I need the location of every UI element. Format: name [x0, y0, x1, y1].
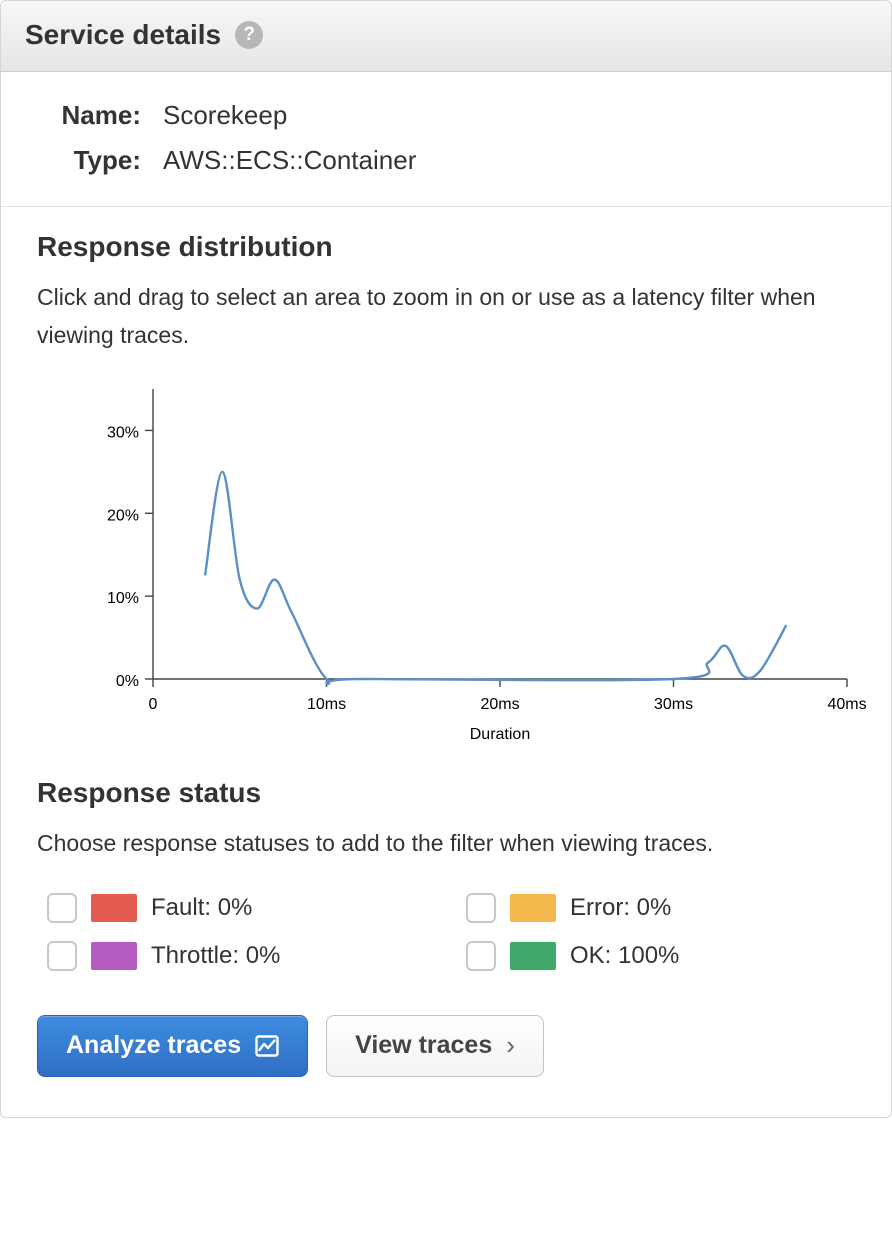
button-row: Analyze traces View traces ›: [1, 989, 891, 1077]
svg-text:Duration: Duration: [470, 726, 530, 743]
checkbox-ok[interactable]: [466, 941, 496, 971]
help-icon[interactable]: ?: [235, 21, 263, 49]
panel-title: Service details: [25, 19, 221, 51]
swatch-fault: [91, 894, 137, 922]
response-distribution-chart[interactable]: 0% 10% 20% 30% 0 10ms 20ms 30ms 40ms Duration: [57, 385, 867, 745]
meta-label-name: Name:: [37, 100, 147, 131]
meta-value-type: AWS::ECS::Container: [147, 145, 416, 176]
svg-text:30ms: 30ms: [654, 696, 693, 713]
meta-row-type: Type: AWS::ECS::Container: [37, 145, 855, 176]
view-traces-button[interactable]: View traces ›: [326, 1015, 544, 1077]
status-text-fault: Fault: 0%: [151, 894, 252, 922]
svg-text:0: 0: [149, 696, 158, 713]
checkbox-throttle[interactable]: [47, 941, 77, 971]
svg-text:20%: 20%: [107, 507, 139, 524]
response-distribution-title: Response distribution: [37, 231, 855, 263]
response-status-section: Response status Choose response statuses…: [1, 753, 891, 989]
swatch-error: [510, 894, 556, 922]
status-item-error: Error: 0%: [466, 893, 845, 923]
chevron-right-icon: ›: [506, 1030, 515, 1061]
status-text-ok: OK: 100%: [570, 942, 679, 970]
response-status-title: Response status: [37, 777, 855, 809]
status-item-ok: OK: 100%: [466, 941, 845, 971]
svg-text:20ms: 20ms: [480, 696, 519, 713]
meta-row-name: Name: Scorekeep: [37, 100, 855, 131]
status-grid: Fault: 0% Error: 0% Throttle: 0% OK: 100…: [37, 883, 855, 981]
service-details-panel: Service details ? Name: Scorekeep Type: …: [0, 0, 892, 1118]
response-status-desc: Choose response statuses to add to the f…: [37, 825, 855, 863]
status-text-error: Error: 0%: [570, 894, 671, 922]
meta-value-name: Scorekeep: [147, 100, 287, 131]
chart-line-icon: [255, 1035, 279, 1057]
svg-text:10%: 10%: [107, 590, 139, 607]
svg-text:10ms: 10ms: [307, 696, 346, 713]
analyze-traces-label: Analyze traces: [66, 1031, 241, 1060]
swatch-ok: [510, 942, 556, 970]
response-distribution-desc: Click and drag to select an area to zoom…: [37, 279, 855, 355]
status-item-throttle: Throttle: 0%: [47, 941, 426, 971]
status-text-throttle: Throttle: 0%: [151, 942, 280, 970]
status-item-fault: Fault: 0%: [47, 893, 426, 923]
panel-header: Service details ?: [1, 1, 891, 72]
chart-area[interactable]: 0%10%20%30%010ms20ms30ms40msDuration: [37, 375, 855, 745]
analyze-traces-button[interactable]: Analyze traces: [37, 1015, 308, 1077]
meta-label-type: Type:: [37, 145, 147, 176]
meta-block: Name: Scorekeep Type: AWS::ECS::Containe…: [1, 72, 891, 207]
response-distribution-section: Response distribution Click and drag to …: [1, 207, 891, 753]
checkbox-fault[interactable]: [47, 893, 77, 923]
checkbox-error[interactable]: [466, 893, 496, 923]
view-traces-label: View traces: [355, 1031, 492, 1060]
svg-text:30%: 30%: [107, 424, 139, 441]
swatch-throttle: [91, 942, 137, 970]
svg-text:0%: 0%: [116, 673, 139, 690]
panel-body: Name: Scorekeep Type: AWS::ECS::Containe…: [1, 72, 891, 1117]
svg-text:40ms: 40ms: [827, 696, 866, 713]
